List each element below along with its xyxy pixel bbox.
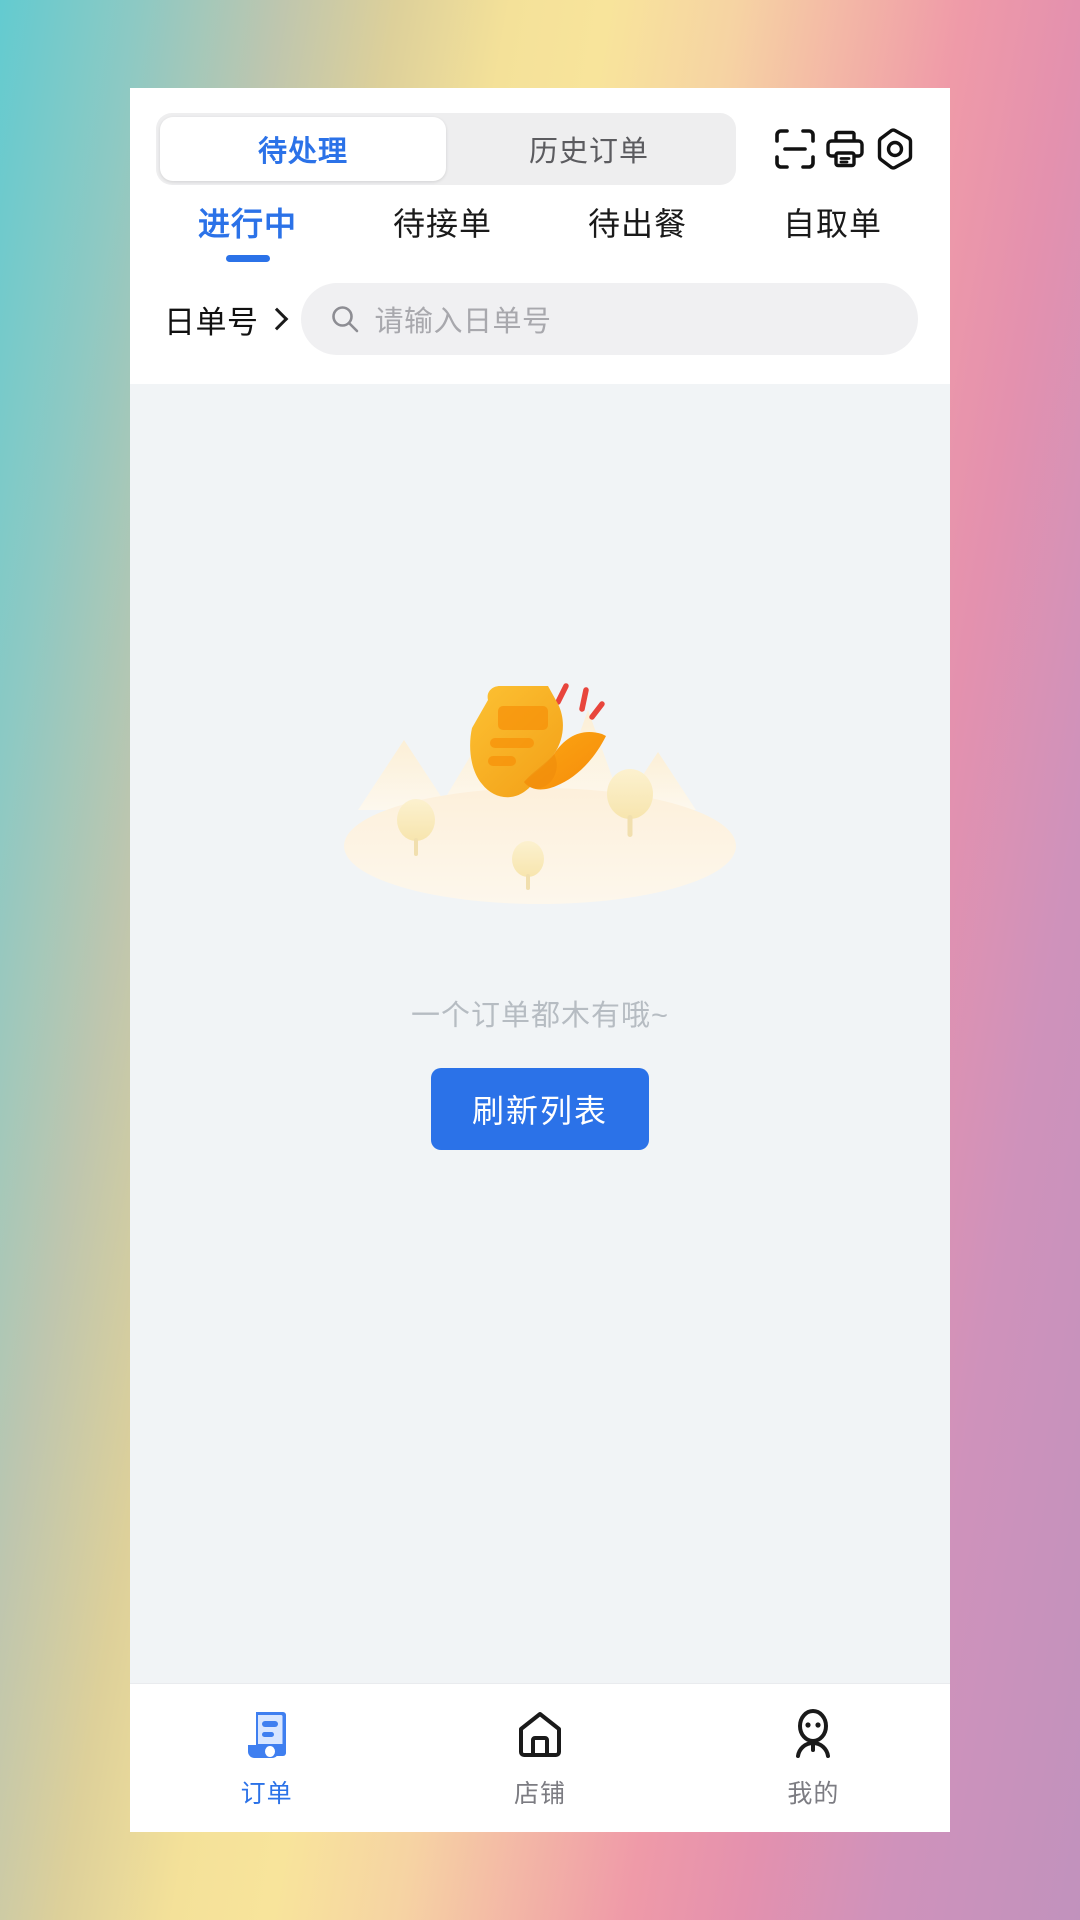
tab-pending-accept[interactable]: 待接单 [345,202,540,262]
tab-in-progress-label: 进行中 [197,206,297,242]
order-receipt-icon [242,1706,292,1764]
app-header: 待处理 历史订单 进行中 待接单 待出餐 自取单 日单号 请输入日单号 [130,88,950,384]
tab-pending-accept-label: 待接单 [392,206,492,242]
phone-screen: 待处理 历史订单 进行中 待接单 待出餐 自取单 日单号 请输入日单号 一个订单… [130,88,950,1832]
nav-item-shop[interactable]: 店铺 [403,1706,676,1810]
nav-item-profile-label: 我的 [787,1780,840,1808]
order-list-content: 一个订单都木有哦~ 刷新列表 [130,384,950,1683]
header-top-row: 待处理 历史订单 [130,110,950,188]
segment-pending[interactable]: 待处理 [160,117,446,181]
search-input[interactable]: 请输入日单号 [300,283,918,355]
segment-pending-label: 待处理 [257,136,348,168]
header-actions [736,126,922,172]
search-icon [329,303,361,335]
home-icon [514,1706,566,1764]
segment-history-label: 历史订单 [528,136,649,168]
search-input-placeholder: 请输入日单号 [374,306,552,338]
tab-self-pickup-label: 自取单 [782,206,882,242]
settings-icon[interactable] [872,126,918,172]
tab-pending-meal[interactable]: 待出餐 [540,202,735,262]
nav-item-orders[interactable]: 订单 [130,1706,403,1810]
nav-item-shop-label: 店铺 [513,1780,566,1808]
chevron-right-icon [265,307,288,331]
empty-state-message: 一个订单都木有哦~ [411,1000,669,1032]
bottom-navigation: 订单 店铺 我的 [130,1683,950,1832]
tab-active-indicator [225,255,270,262]
empty-state-illustration [320,614,760,914]
search-row: 日单号 请输入日单号 [130,280,950,384]
tab-self-pickup[interactable]: 自取单 [735,202,930,262]
tab-indicator-placeholder [421,255,465,262]
nav-item-orders-label: 订单 [240,1780,293,1808]
printer-icon[interactable] [822,126,868,172]
nav-item-profile[interactable]: 我的 [677,1706,950,1810]
segment-history[interactable]: 历史订单 [446,117,732,181]
order-scope-segmented-control[interactable]: 待处理 历史订单 [156,113,736,185]
scan-icon[interactable] [772,126,818,172]
refresh-list-button[interactable]: 刷新列表 [431,1068,649,1150]
person-icon [787,1706,839,1764]
search-field-selector-label: 日单号 [164,304,259,340]
tab-indicator-placeholder [811,255,855,262]
tab-in-progress[interactable]: 进行中 [150,202,345,262]
search-field-selector[interactable]: 日单号 [164,297,301,342]
order-status-tabs: 进行中 待接单 待出餐 自取单 [130,188,950,280]
tab-pending-meal-label: 待出餐 [587,206,687,242]
tab-indicator-placeholder [616,255,660,262]
